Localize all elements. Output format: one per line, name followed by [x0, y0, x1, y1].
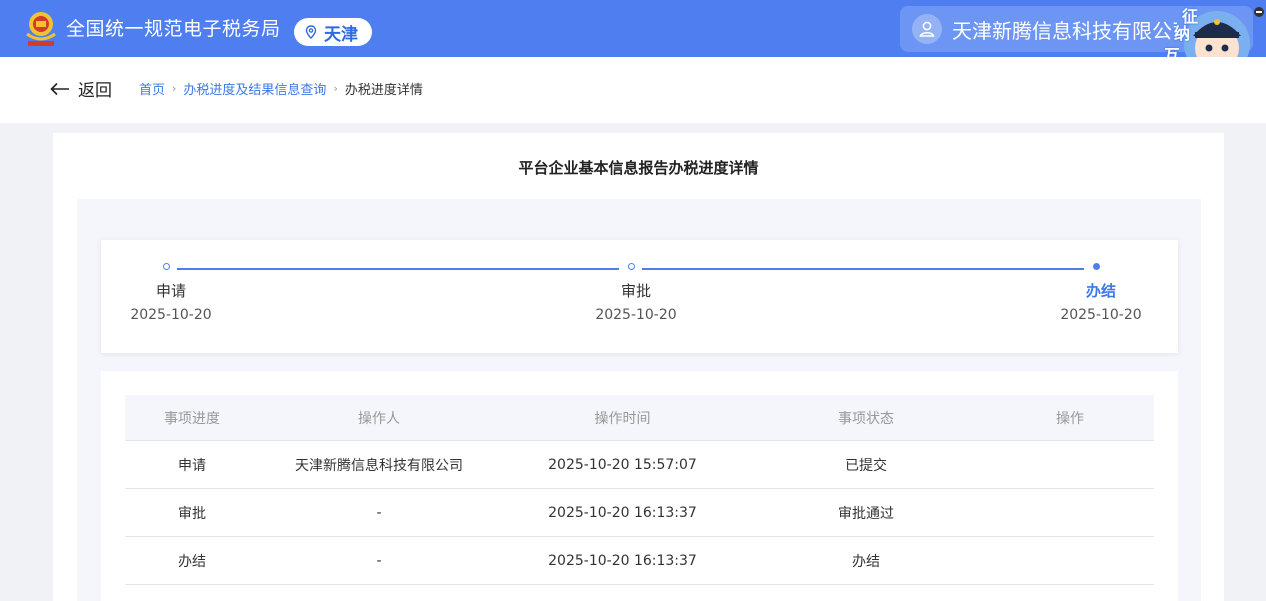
table-cell — [986, 489, 1154, 536]
column-header: 事项进度 — [164, 410, 220, 427]
table-row: 审批 - 2025-10-20 16:13:37 审批通过 — [125, 489, 1154, 537]
tax-emblem-icon — [26, 12, 56, 46]
column-header: 事项状态 — [838, 410, 894, 427]
step-label-2: 审批 — [620, 282, 651, 300]
table-row: 办结 - 2025-10-20 16:13:37 办结 — [125, 537, 1154, 585]
region-selector[interactable]: 天津 — [294, 18, 372, 46]
table-cell: 2025-10-20 16:13:37 — [548, 504, 697, 521]
table-header: 事项进度 操作人 操作时间 事项状态 操作 — [125, 395, 1154, 441]
step-dot-1 — [163, 263, 170, 270]
location-pin-icon — [305, 25, 317, 39]
chevron-right-icon: › — [333, 82, 338, 95]
step-connector — [642, 268, 1084, 270]
table-cell: 已提交 — [845, 457, 887, 474]
step-label-3: 办结 — [1085, 282, 1116, 300]
back-label: 返回 — [78, 81, 112, 101]
step-label-1: 申请 — [155, 282, 186, 300]
step-date-1: 2025-10-20 — [130, 307, 212, 323]
column-header: 操作人 — [358, 410, 400, 427]
step-dot-2 — [628, 263, 635, 270]
step-dot-3 — [1093, 263, 1100, 270]
table-cell: 办结 — [852, 553, 880, 570]
region-label: 天津 — [324, 24, 358, 45]
step-date-3: 2025-10-20 — [1060, 307, 1142, 323]
back-button[interactable]: 返回 — [50, 76, 112, 101]
user-icon — [919, 21, 935, 37]
table-cell: 2025-10-20 15:57:07 — [548, 456, 697, 473]
progress-steps: 申请 审批 办结 2025-10-20 2025-10-20 2025-10-2… — [101, 240, 1178, 353]
column-header: 操作时间 — [594, 410, 651, 427]
app-title: 全国统一规范电子税务局 — [66, 18, 281, 40]
progress-table-card: 事项进度 操作人 操作时间 事项状态 操作 申请 天津新腾信息科技有限公司 20… — [101, 371, 1178, 601]
main-card: 平台企业基本信息报告办税进度详情 申请 审批 办结 2025-10-20 202… — [53, 133, 1224, 601]
table-cell: - — [376, 552, 382, 569]
breadcrumb-bar: 返回 首页 › 办税进度及结果信息查询 › 办税进度详情 — [0, 57, 1266, 123]
table-cell: 审批 — [178, 505, 206, 522]
avatar — [912, 14, 942, 44]
breadcrumb-current: 办税进度详情 — [344, 83, 423, 98]
step-connector — [177, 268, 619, 270]
table-cell — [986, 537, 1154, 584]
user-name: 天津新腾信息科技有限公司 — [952, 18, 1177, 43]
table-row: 申请 天津新腾信息科技有限公司 2025-10-20 15:57:07 已提交 — [125, 441, 1154, 489]
breadcrumb-query[interactable]: 办税进度及结果信息查询 — [183, 79, 326, 98]
arrow-left-icon — [50, 82, 69, 95]
breadcrumb-home[interactable]: 首页 — [139, 79, 165, 98]
table-cell: 办结 — [178, 553, 206, 570]
table-cell: 审批通过 — [838, 505, 894, 522]
top-header: 全国统一规范电子税务局 天津 天津新腾信息科技有限公司 征 纳 互 — [0, 0, 1266, 83]
progress-table: 事项进度 操作人 操作时间 事项状态 操作 申请 天津新腾信息科技有限公司 20… — [125, 395, 1154, 585]
table-cell: - — [376, 504, 382, 521]
table-cell: 申请 — [178, 457, 206, 474]
breadcrumb: 首页 › 办税进度及结果信息查询 › 办税进度详情 — [139, 79, 423, 98]
chevron-right-icon: › — [172, 82, 177, 95]
table-cell: 天津新腾信息科技有限公司 — [295, 457, 463, 474]
page-title: 平台企业基本信息报告办税进度详情 — [518, 159, 759, 177]
mascot-char-2: 纳 — [1174, 24, 1191, 43]
table-cell — [986, 441, 1154, 488]
detail-panel: 申请 审批 办结 2025-10-20 2025-10-20 2025-10-2… — [77, 199, 1201, 601]
table-cell: 2025-10-20 16:13:37 — [548, 552, 697, 569]
step-date-2: 2025-10-20 — [595, 307, 677, 323]
column-header: 操作 — [1056, 410, 1084, 427]
